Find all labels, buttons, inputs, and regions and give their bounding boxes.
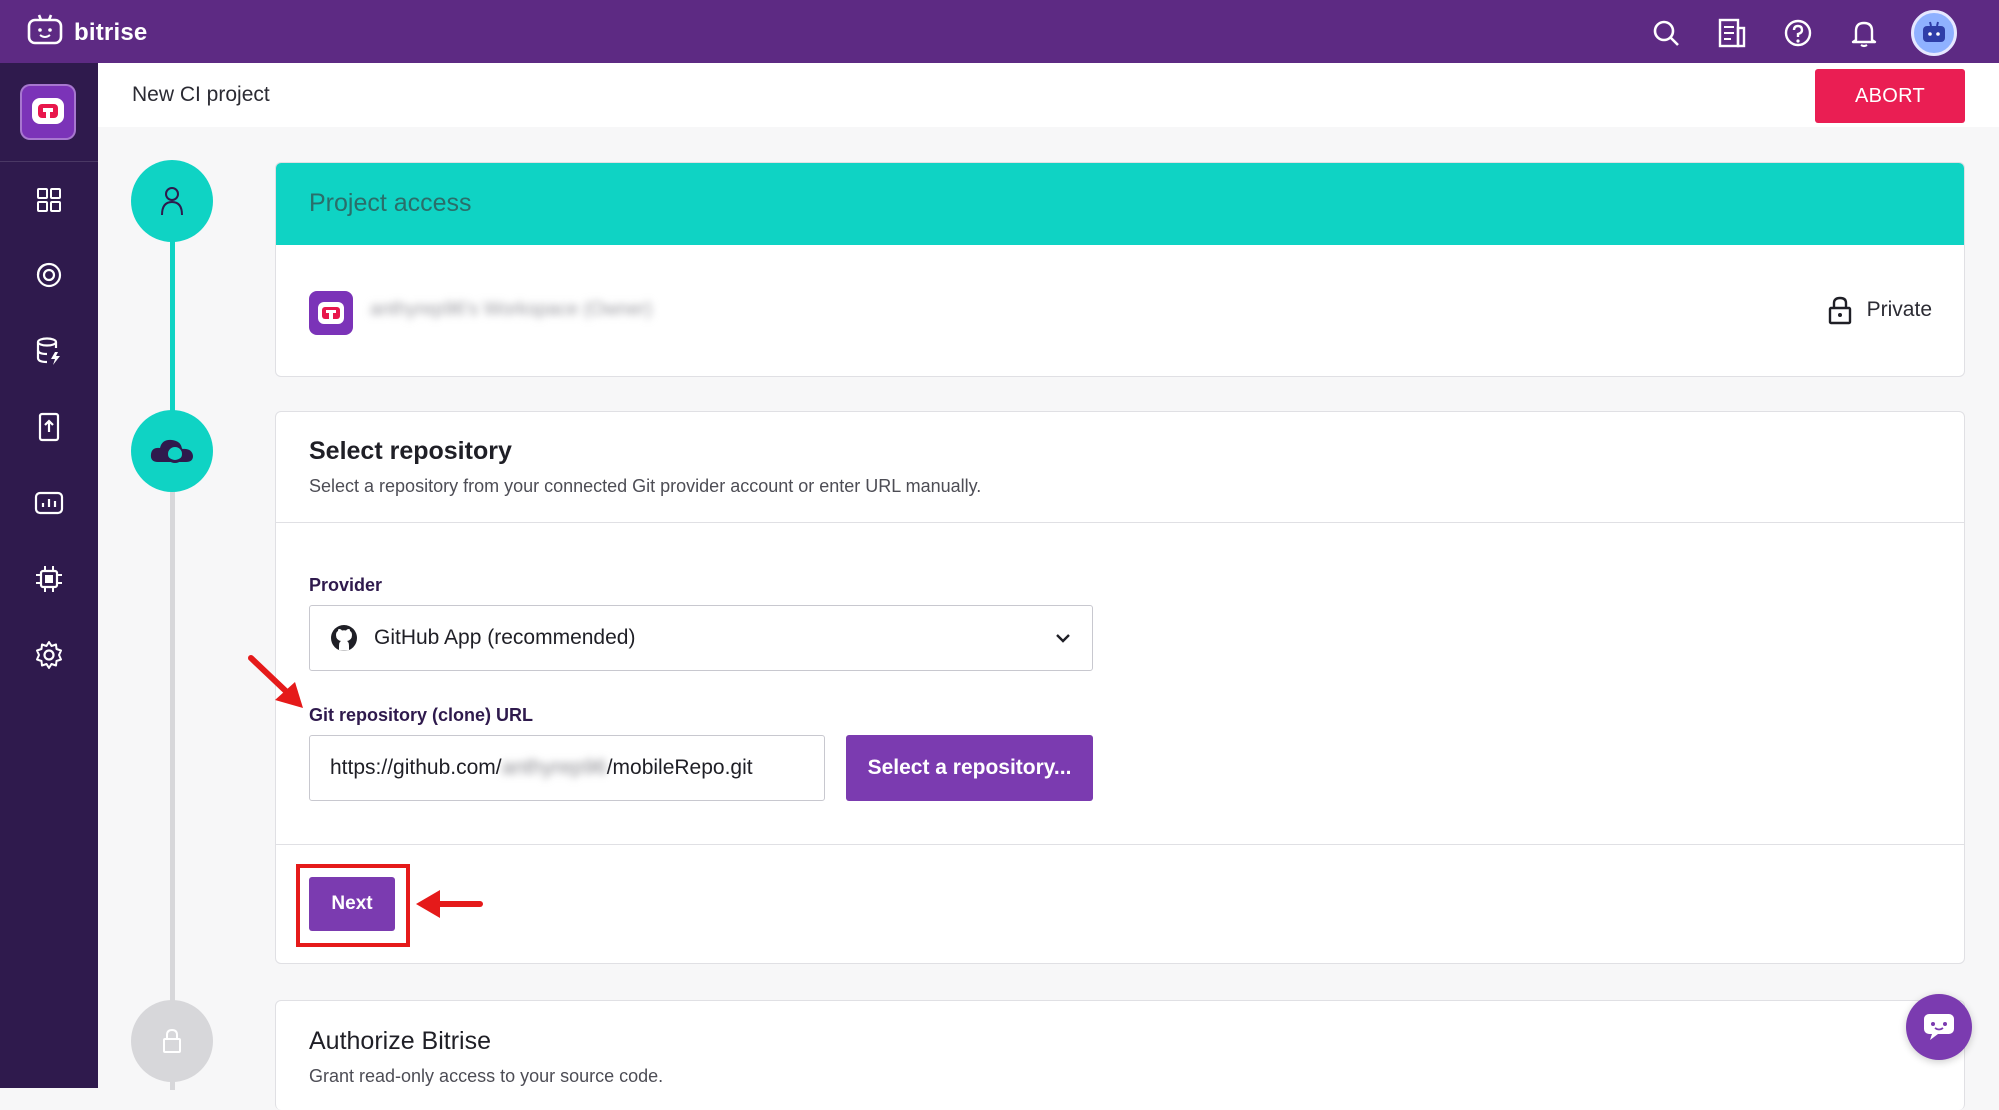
sidebar-divider [0, 161, 98, 162]
annotation-arrow-icon [416, 890, 483, 918]
section-subtitle: Select a repository from your connected … [309, 476, 982, 496]
page-header: New CI project ABORT [98, 63, 1999, 127]
annotation-arrow-icon [248, 655, 303, 708]
provider-select[interactable]: GitHub App (recommended) [309, 605, 1093, 671]
changelog-icon[interactable] [1699, 12, 1765, 54]
settings-icon[interactable] [25, 631, 73, 679]
provider-value: GitHub App (recommended) [374, 626, 636, 649]
search-icon[interactable] [1633, 12, 1699, 54]
brand-name: bitrise [74, 18, 148, 46]
repository-url-input[interactable]: https://github.com/anthyrep96/mobileRepo… [309, 735, 825, 801]
workspace-name: anthyrep96's Workspace (Owner) [370, 299, 653, 320]
chat-icon [1924, 1014, 1954, 1040]
next-button[interactable]: Next [309, 877, 395, 931]
authorize-card: Authorize Bitrise Grant read-only access… [275, 1000, 1965, 1110]
url-label: Git repository (clone) URL [309, 705, 534, 725]
step-authorize [131, 1000, 213, 1082]
builds-icon[interactable] [25, 251, 73, 299]
step-project-access [131, 160, 213, 242]
provider-label: Provider [309, 575, 383, 595]
lock-icon [163, 1028, 181, 1053]
help-icon[interactable] [1765, 12, 1831, 54]
authorize-subtitle: Grant read-only access to your source co… [309, 1066, 664, 1086]
cache-icon[interactable] [25, 327, 73, 375]
release-icon[interactable] [25, 403, 73, 451]
top-bar: bitrise [0, 0, 1999, 63]
project-access-title: Project access [276, 163, 1964, 245]
sidebar [0, 63, 98, 1088]
url-suffix: /mobileRepo.git [606, 756, 753, 779]
avatar[interactable] [1911, 10, 1957, 56]
divider [276, 844, 1964, 845]
authorize-title: Authorize Bitrise [309, 1027, 492, 1055]
workspace-logo[interactable] [20, 84, 76, 140]
chat-button[interactable] [1906, 994, 1972, 1060]
brand[interactable]: bitrise [26, 14, 147, 51]
abort-button[interactable]: ABORT [1815, 69, 1965, 123]
project-access-card: Project access anthyrep96's Workspace (O… [275, 162, 1965, 377]
step-select-repository [131, 410, 213, 492]
section-title: Select repository [309, 437, 512, 465]
divider [276, 522, 1964, 523]
select-repository-button[interactable]: Select a repository... [846, 735, 1093, 801]
chevron-down-icon [1056, 634, 1070, 643]
bell-icon[interactable] [1831, 12, 1897, 54]
visibility-label: Private [1866, 298, 1932, 321]
visibility-indicator: Private [1827, 295, 1932, 325]
cloud-repository-icon [150, 439, 193, 463]
url-user: anthyrep96 [501, 756, 607, 779]
select-repository-card: Select repository Select a repository fr… [275, 411, 1965, 964]
github-icon [331, 625, 357, 651]
insights-icon[interactable] [25, 479, 73, 527]
build-infra-icon[interactable] [25, 555, 73, 603]
user-icon [161, 187, 183, 216]
workspace-icon [309, 291, 353, 335]
url-prefix: https://github.com/ [330, 756, 502, 779]
page-title: New CI project [132, 83, 270, 106]
bitrise-logo-icon [26, 14, 64, 51]
dashboard-icon[interactable] [25, 176, 73, 224]
lock-icon [1828, 296, 1851, 325]
